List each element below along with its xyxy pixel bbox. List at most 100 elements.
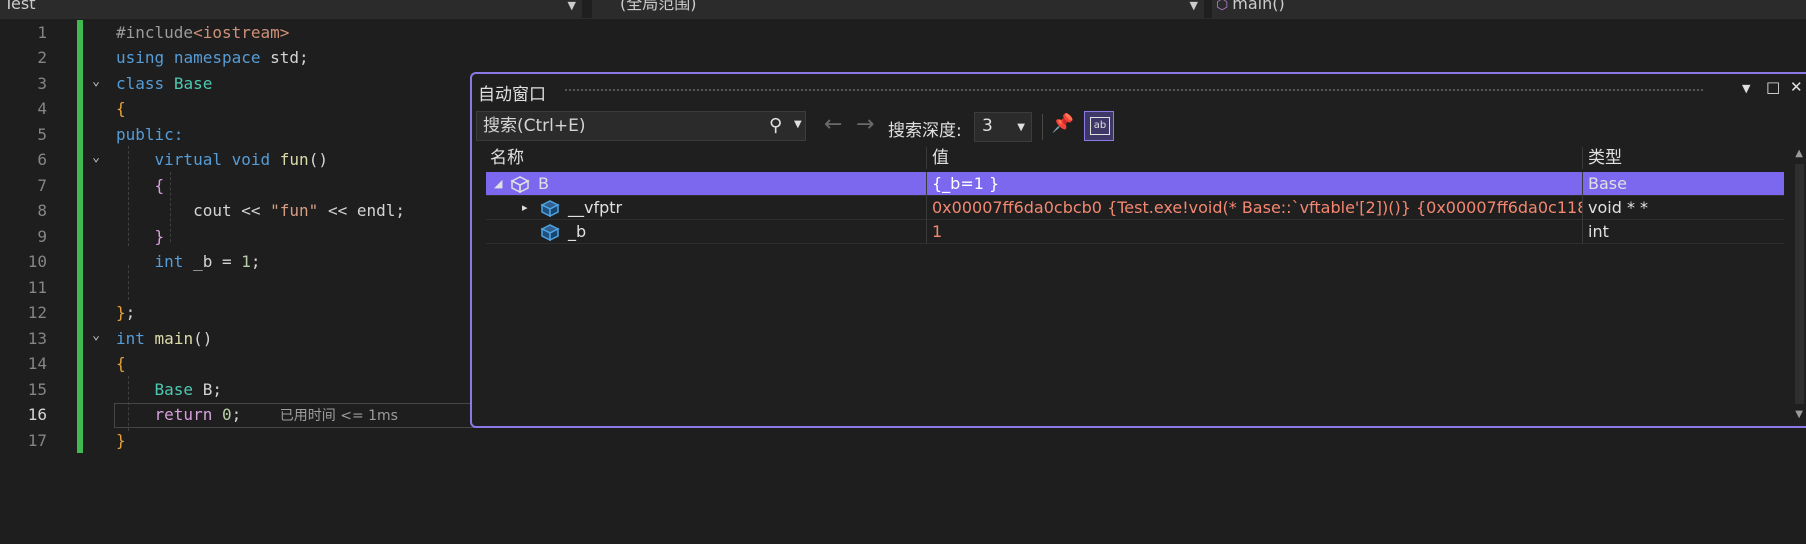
- expand-triangle-icon[interactable]: ▸: [522, 201, 528, 214]
- token: (): [308, 150, 328, 169]
- token: (): [193, 329, 213, 348]
- member-combo[interactable]: ⬡ main(): [1212, 0, 1806, 18]
- cell-divider: [926, 220, 927, 244]
- search-box[interactable]: ⚲ ▼: [476, 111, 806, 141]
- cell-divider: [1582, 220, 1583, 244]
- chevron-down-icon: ▼: [567, 0, 576, 12]
- table-row[interactable]: _b 1 int: [486, 220, 1784, 244]
- expand-triangle-icon[interactable]: ◢: [494, 177, 502, 190]
- cell-divider: [1582, 196, 1583, 220]
- scrollbar-thumb[interactable]: [1795, 164, 1804, 404]
- token: <<: [327, 201, 348, 220]
- code-line-4[interactable]: {: [116, 96, 126, 121]
- search-depth-value: 3: [982, 116, 993, 136]
- row-value[interactable]: 1: [928, 220, 1582, 244]
- code-line-15[interactable]: Base B;: [116, 377, 222, 402]
- token: }: [154, 227, 165, 246]
- code-line-2[interactable]: using namespace std;: [116, 45, 309, 70]
- token: }: [116, 303, 126, 322]
- column-header-name[interactable]: 名称: [486, 147, 524, 169]
- code-line-12[interactable]: };: [116, 300, 135, 325]
- token: {: [154, 176, 165, 195]
- token: virtual: [154, 150, 222, 169]
- back-arrow-icon[interactable]: ←: [824, 112, 842, 137]
- line-number: 6: [37, 150, 47, 169]
- token: int: [116, 329, 145, 348]
- column-header-value[interactable]: 值: [928, 147, 949, 169]
- token: _b =: [193, 252, 242, 271]
- cell-divider: [926, 172, 927, 196]
- token: <<: [241, 201, 261, 220]
- chevron-down-icon: ▼: [1189, 0, 1198, 12]
- forward-arrow-icon[interactable]: →: [856, 112, 874, 137]
- grid-header: 名称 值 类型: [486, 147, 1784, 169]
- row-value[interactable]: 0x00007ff6da0cbcb0 {Test.exe!void(* Base…: [928, 196, 1582, 220]
- table-row[interactable]: ◢ B {_b=1 } Base: [486, 172, 1784, 196]
- code-line-7[interactable]: {: [116, 173, 165, 198]
- scroll-up-icon[interactable]: ▲: [1795, 148, 1803, 159]
- row-name: _b: [568, 222, 587, 241]
- search-input[interactable]: [483, 114, 753, 138]
- token: void: [231, 150, 271, 169]
- title-bar-grip[interactable]: [564, 88, 1704, 93]
- line-number: 9: [37, 227, 47, 246]
- token: public:: [116, 125, 184, 144]
- column-divider[interactable]: [926, 147, 927, 169]
- hex-display-button[interactable]: ab: [1084, 111, 1114, 141]
- token: 1: [241, 252, 251, 271]
- window-dropdown-icon[interactable]: ▼: [1742, 82, 1750, 95]
- token: {: [116, 354, 126, 373]
- row-value[interactable]: {_b=1 }: [928, 172, 1582, 196]
- scope-combo[interactable]: (全局范围) ▼: [592, 0, 1204, 18]
- autos-window: 自动窗口 ▼ □ ✕ ⚲ ▼ ← → 搜索深度: 3 ▼ 📌 ab 名称 值 类…: [470, 72, 1806, 428]
- project-combo[interactable]: Test ▼: [0, 0, 582, 18]
- maximize-icon[interactable]: □: [1766, 78, 1780, 96]
- row-type: Base: [1588, 174, 1627, 193]
- token: cout: [193, 201, 232, 220]
- code-line-17[interactable]: }: [116, 428, 126, 453]
- variable-cube-icon: [540, 200, 560, 217]
- row-name: __vfptr: [568, 198, 623, 217]
- code-line-6[interactable]: virtual void fun(): [116, 147, 328, 172]
- code-line-5[interactable]: public:: [116, 122, 183, 147]
- chevron-down-icon[interactable]: ▼: [794, 119, 802, 130]
- autos-window-title: 自动窗口: [478, 85, 546, 105]
- column-header-type[interactable]: 类型: [1584, 147, 1622, 169]
- member-name: main(): [1232, 0, 1285, 13]
- fold-chevron-icon[interactable]: ⌄: [89, 150, 103, 165]
- elapsed-time-hint[interactable]: 已用时间 <= 1ms: [280, 408, 398, 424]
- code-line-10[interactable]: int _b = 1;: [116, 249, 261, 274]
- cell-divider: [926, 196, 927, 220]
- token: int: [154, 252, 184, 271]
- search-depth-select[interactable]: 3 ▼: [974, 112, 1032, 142]
- pin-icon[interactable]: 📌: [1050, 113, 1076, 141]
- token: 0: [221, 405, 232, 424]
- code-line-8[interactable]: cout << "fun" << endl;: [116, 198, 405, 223]
- table-row[interactable]: ▸ __vfptr 0x00007ff6da0cbcb0 {Test.exe!v…: [486, 196, 1784, 220]
- search-icon[interactable]: ⚲: [769, 115, 782, 136]
- line-number-current: 16: [27, 405, 47, 424]
- scroll-down-icon[interactable]: ▼: [1795, 409, 1803, 420]
- project-name: Test: [4, 0, 36, 13]
- code-line-16[interactable]: return 0; 已用时间 <= 1ms: [116, 402, 398, 427]
- token: ;: [125, 303, 136, 322]
- fold-chevron-icon[interactable]: ⌄: [89, 74, 103, 89]
- line-number: 5: [37, 125, 47, 144]
- code-line-13[interactable]: int main(): [116, 326, 212, 351]
- line-number: 7: [37, 176, 47, 195]
- code-line-9[interactable]: }: [116, 224, 165, 249]
- token: main: [154, 329, 194, 348]
- close-icon[interactable]: ✕: [1790, 78, 1803, 96]
- token: Base: [173, 74, 213, 93]
- change-tracking-bar: [77, 20, 83, 453]
- code-line-3[interactable]: class Base: [116, 71, 212, 96]
- code-line-1[interactable]: #include<iostream>: [116, 20, 289, 45]
- fold-chevron-icon[interactable]: ⌄: [89, 328, 103, 343]
- token: }: [116, 431, 126, 450]
- token: ;: [250, 252, 261, 271]
- code-line-14[interactable]: {: [116, 351, 126, 376]
- token: return: [154, 405, 213, 424]
- variable-cube-icon: [510, 176, 530, 193]
- column-divider[interactable]: [1582, 147, 1583, 169]
- toolbar-separator: [1042, 114, 1043, 140]
